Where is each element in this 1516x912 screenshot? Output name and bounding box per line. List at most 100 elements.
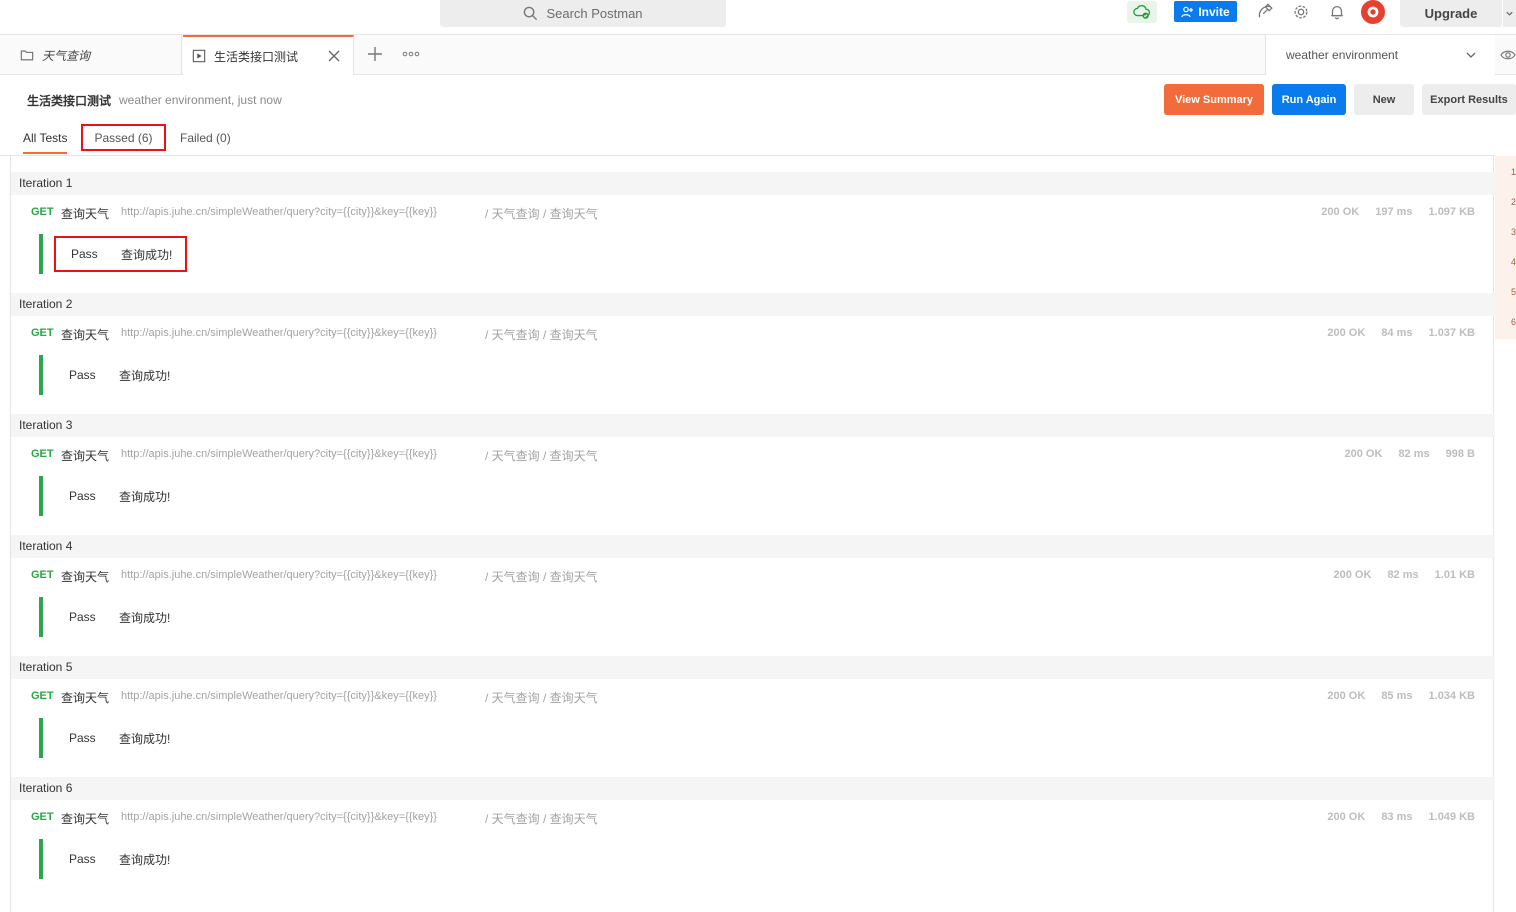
request-path: / 天气查询 / 查询天气 [485, 328, 598, 342]
invite-button[interactable]: Invite [1174, 1, 1237, 22]
search-bar[interactable]: Search Postman [440, 0, 726, 27]
iteration-block: Iteration 3 GET 查询天气 http://apis.juhe.cn… [11, 414, 1495, 535]
response-time: 84 ms [1381, 327, 1413, 339]
tab-runner-results[interactable]: 生活类接口测试 [183, 35, 354, 75]
tab-passed[interactable]: Passed (6) [81, 124, 166, 151]
add-user-icon [1181, 6, 1194, 17]
request-path: / 天气查询 / 查询天气 [485, 691, 598, 705]
view-summary-button[interactable]: View Summary [1164, 84, 1264, 115]
tab-weather-query[interactable]: 天气查询 [10, 35, 182, 75]
pass-indicator [39, 476, 43, 516]
folder-icon [20, 50, 34, 61]
iteration-block: Iteration 4 GET 查询天气 http://apis.juhe.cn… [11, 535, 1495, 656]
iteration-block: Iteration 6 GET 查询天气 http://apis.juhe.cn… [11, 777, 1495, 898]
gutter-number: 3 [1511, 227, 1516, 237]
response-stats: 200 OK 82 ms 998 B [1329, 448, 1475, 460]
request-row[interactable]: GET 查询天气 http://apis.juhe.cn/simpleWeath… [11, 688, 1495, 708]
chevron-down-icon [1506, 11, 1513, 16]
request-name: 查询天气 [61, 449, 110, 463]
request-row[interactable]: GET 查询天气 http://apis.juhe.cn/simpleWeath… [11, 567, 1495, 587]
avatar[interactable] [1361, 0, 1385, 24]
request-url: http://apis.juhe.cn/simpleWeather/query?… [121, 327, 437, 339]
iteration-block: Iteration 1 GET 查询天气 http://apis.juhe.cn… [11, 172, 1495, 293]
runner-play-icon [192, 49, 206, 63]
request-method: GET [31, 327, 54, 339]
satellite-icon[interactable] [1253, 2, 1277, 22]
response-stats: 200 OK 85 ms 1.034 KB [1311, 690, 1475, 702]
response-stats: 200 OK 82 ms 1.01 KB [1318, 569, 1475, 581]
invite-label: Invite [1198, 4, 1230, 19]
results-list: Iteration 1 GET 查询天气 http://apis.juhe.cn… [10, 156, 1495, 912]
request-method: GET [31, 448, 54, 460]
request-url: http://apis.juhe.cn/simpleWeather/query?… [121, 448, 437, 460]
new-button[interactable]: New [1354, 84, 1414, 115]
request-path: / 天气查询 / 查询天气 [485, 812, 598, 826]
tab-all-tests[interactable]: All Tests [23, 131, 68, 154]
cloud-sync-icon[interactable] [1130, 2, 1154, 22]
status-code: 200 OK [1333, 569, 1372, 581]
result-message: 查询成功! [119, 731, 171, 746]
more-options-icon[interactable] [402, 47, 420, 61]
request-row[interactable]: GET 查询天气 http://apis.juhe.cn/simpleWeath… [11, 204, 1495, 224]
result-message: 查询成功! [119, 610, 171, 625]
gutter-number: 4 [1511, 257, 1516, 267]
result-status: Pass [69, 610, 96, 624]
request-path: / 天气查询 / 查询天气 [485, 570, 598, 584]
test-result: Pass 查询成功! [54, 841, 187, 877]
response-size: 1.097 KB [1428, 206, 1475, 218]
gutter-number: 6 [1511, 317, 1516, 327]
status-code: 200 OK [1327, 811, 1366, 823]
iteration-header: Iteration 2 [11, 293, 1495, 316]
run-subtitle: weather environment, just now [119, 93, 282, 107]
test-result: Pass 查询成功! [54, 357, 187, 393]
request-path: / 天气查询 / 查询天气 [485, 207, 598, 221]
response-size: 1.034 KB [1428, 690, 1475, 702]
iteration-header: Iteration 4 [11, 535, 1495, 558]
run-again-button[interactable]: Run Again [1272, 84, 1346, 115]
test-result: Pass 查询成功! [54, 236, 187, 272]
export-results-button[interactable]: Export Results [1422, 84, 1516, 115]
request-method: GET [31, 690, 54, 702]
request-url: http://apis.juhe.cn/simpleWeather/query?… [121, 569, 437, 581]
tab-label: 生活类接口测试 [214, 49, 299, 64]
gutter-number: 1 [1511, 167, 1516, 177]
iteration-header: Iteration 5 [11, 656, 1495, 679]
response-time: 197 ms [1375, 206, 1413, 218]
pass-indicator [39, 718, 43, 758]
request-name: 查询天气 [61, 328, 110, 342]
search-placeholder: Search Postman [546, 6, 643, 21]
eye-icon[interactable] [1500, 47, 1516, 63]
upgrade-dropdown[interactable] [1503, 0, 1516, 27]
upgrade-button[interactable]: Upgrade [1400, 0, 1502, 27]
tab-failed[interactable]: Failed (0) [180, 131, 231, 145]
response-stats: 200 OK 197 ms 1.097 KB [1305, 206, 1475, 218]
result-status: Pass [69, 731, 96, 745]
pass-indicator [39, 839, 43, 879]
close-icon[interactable] [327, 49, 341, 63]
gear-icon[interactable] [1289, 2, 1313, 22]
response-time: 83 ms [1381, 811, 1413, 823]
response-time: 82 ms [1387, 569, 1419, 581]
environment-select[interactable]: weather environment [1265, 35, 1495, 75]
request-method: GET [31, 206, 54, 218]
request-row[interactable]: GET 查询天气 http://apis.juhe.cn/simpleWeath… [11, 446, 1495, 466]
request-method: GET [31, 811, 54, 823]
status-code: 200 OK [1344, 448, 1383, 460]
gutter-number: 5 [1511, 287, 1516, 297]
response-time: 85 ms [1381, 690, 1413, 702]
result-status: Pass [69, 852, 96, 866]
iteration-header: Iteration 3 [11, 414, 1495, 437]
request-row[interactable]: GET 查询天气 http://apis.juhe.cn/simpleWeath… [11, 809, 1495, 829]
response-size: 998 B [1445, 448, 1475, 460]
response-time: 82 ms [1398, 448, 1430, 460]
status-code: 200 OK [1321, 206, 1360, 218]
request-row[interactable]: GET 查询天气 http://apis.juhe.cn/simpleWeath… [11, 325, 1495, 345]
bell-icon[interactable] [1325, 2, 1349, 22]
iteration-block: Iteration 2 GET 查询天气 http://apis.juhe.cn… [11, 293, 1495, 414]
pass-indicator [39, 597, 43, 637]
request-name: 查询天气 [61, 570, 110, 584]
result-status: Pass [69, 489, 96, 503]
status-code: 200 OK [1327, 690, 1366, 702]
response-size: 1.037 KB [1428, 327, 1475, 339]
new-tab-icon[interactable] [366, 45, 384, 63]
